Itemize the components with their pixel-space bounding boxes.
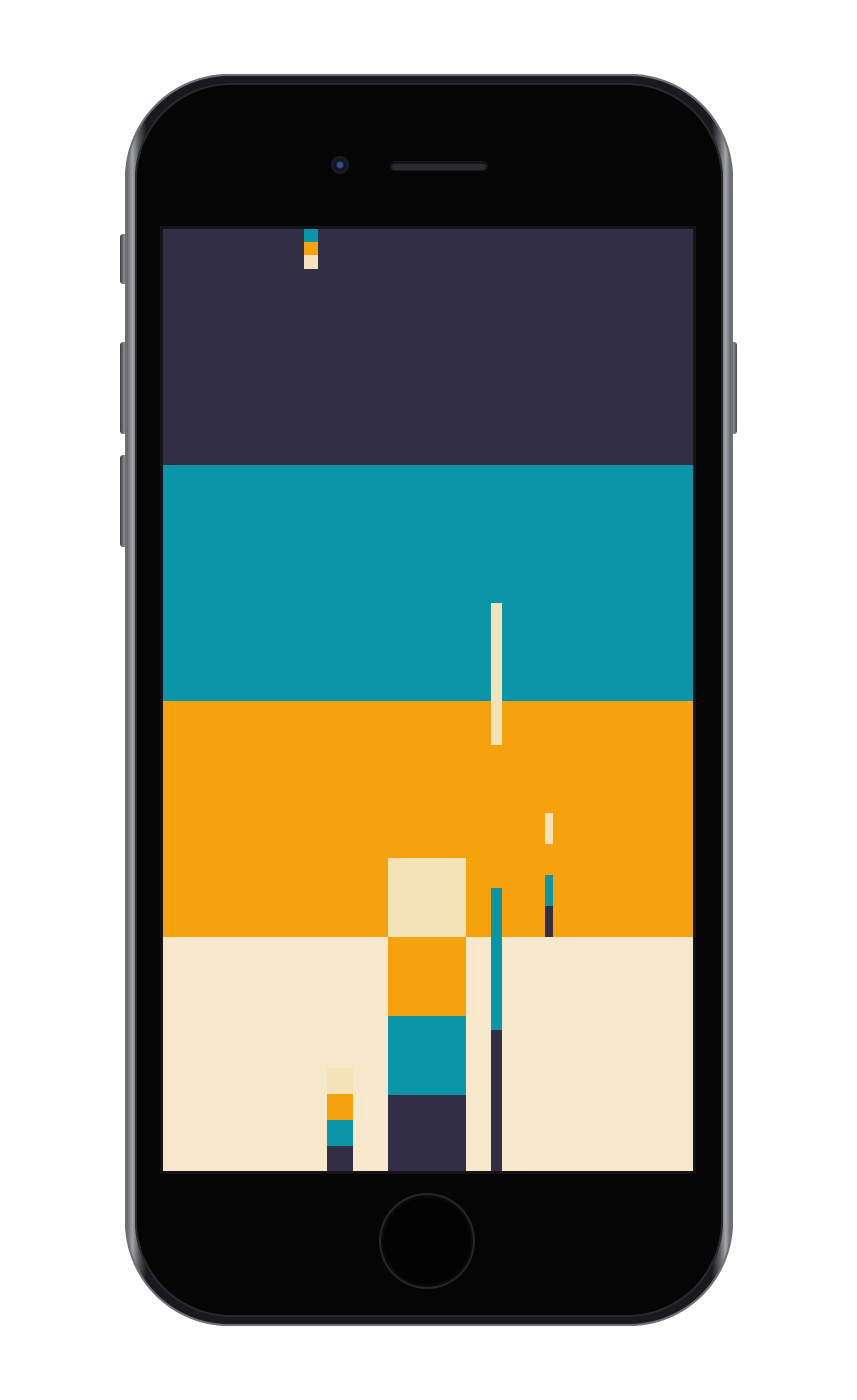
left-stack-pale: [327, 1068, 353, 1094]
band-teal: [163, 465, 693, 701]
left-stack-teal: [327, 1120, 353, 1146]
center-stack-navy: [388, 1095, 466, 1171]
front-camera-icon: [331, 156, 349, 174]
tall-navy-bar: [491, 1030, 502, 1171]
game-screen[interactable]: [160, 226, 696, 1174]
home-button[interactable]: [381, 1195, 473, 1287]
small-teal-bar: [545, 875, 553, 906]
device-mockup: [0, 0, 857, 1400]
small-navy-bar: [545, 906, 553, 937]
small-pale-bar: [545, 813, 553, 844]
falling-piece-teal: [304, 229, 318, 242]
falling-piece-orange: [304, 242, 318, 255]
left-stack-orange: [327, 1094, 353, 1120]
earpiece-speaker: [391, 162, 487, 170]
left-stack-navy: [327, 1146, 353, 1171]
pale-bar-upper: [491, 603, 502, 745]
tall-teal-bar: [491, 888, 502, 1030]
band-navy: [163, 229, 693, 465]
center-stack-teal: [388, 1016, 466, 1095]
center-stack-pale: [388, 858, 466, 937]
center-stack-orange: [388, 937, 466, 1016]
falling-piece-pale: [304, 255, 318, 269]
